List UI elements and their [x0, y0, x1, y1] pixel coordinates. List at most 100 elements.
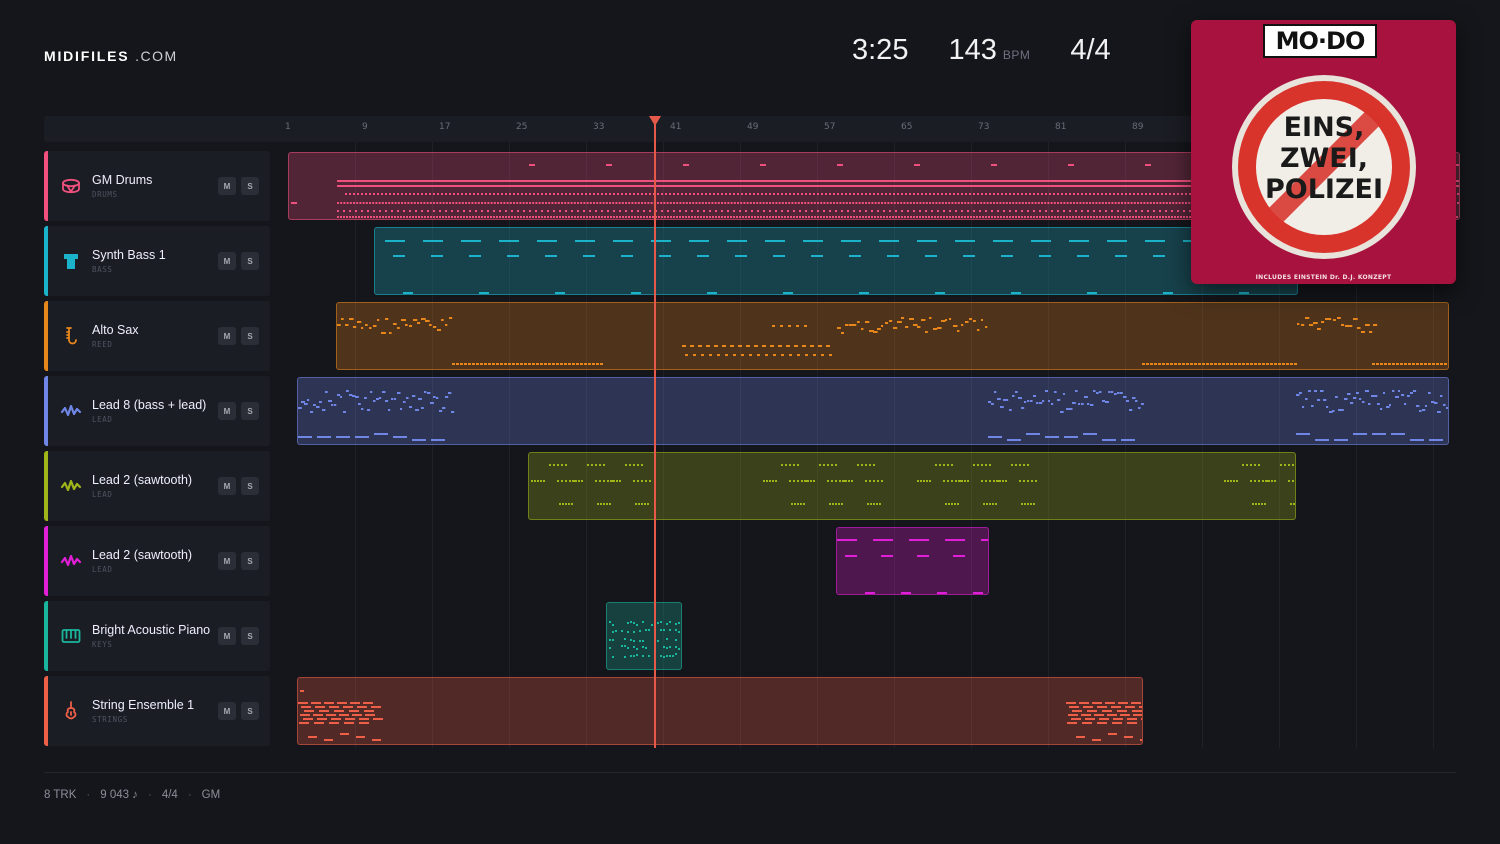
midi-clip[interactable] — [528, 452, 1296, 520]
midi-clip[interactable] — [297, 377, 1449, 445]
midi-clip[interactable] — [374, 227, 1298, 295]
midi-standard: GM — [201, 789, 221, 801]
track-header[interactable]: GM Drums DRUMS M S — [44, 151, 270, 221]
ruler-tick-label: 9 — [362, 122, 368, 132]
midi-clip[interactable] — [336, 302, 1449, 370]
solo-button[interactable]: S — [241, 702, 259, 720]
ruler-tick-label: 57 — [824, 122, 836, 132]
solo-button[interactable]: S — [241, 252, 259, 270]
ruler-tick-label: 65 — [901, 122, 913, 132]
track-color-bar — [44, 151, 48, 221]
cover-brand-text: MO·DO — [1275, 27, 1366, 55]
track-color-bar — [44, 451, 48, 521]
album-cover: MO·DO EINS, ZWEI, POLIZEI INCLUDES EINST… — [1191, 20, 1456, 284]
track-category: LEAD — [92, 565, 113, 574]
logo-wordmark: MIDIFILES — [44, 48, 130, 64]
track-header[interactable]: Alto Sax REED M S — [44, 301, 270, 371]
track-color-bar — [44, 601, 48, 671]
cover-line-2: ZWEI, — [1279, 143, 1369, 174]
meter-display: 4/4 — [1070, 34, 1110, 67]
note-count: 9 043 ♪ — [100, 789, 138, 801]
midi-clip[interactable] — [297, 677, 1143, 745]
time-display: 3:25 — [852, 34, 908, 67]
mute-button[interactable]: M — [218, 177, 236, 195]
track-category: LEAD — [92, 490, 113, 499]
mute-button[interactable]: M — [218, 402, 236, 420]
track-name: GM Drums — [92, 173, 153, 187]
site-logo[interactable]: MIDIFILES .COM — [44, 48, 178, 64]
solo-button[interactable]: S — [241, 627, 259, 645]
solo-button[interactable]: S — [241, 402, 259, 420]
wave-icon — [60, 400, 82, 422]
playhead[interactable] — [649, 116, 661, 748]
mute-button[interactable]: M — [218, 252, 236, 270]
status-bar: 8 TRK · 9 043 ♪ · 4/4 · GM — [44, 789, 220, 801]
cover-brand-logo: MO·DO — [1263, 24, 1377, 58]
separator-dot: · — [147, 789, 152, 801]
solo-button[interactable]: S — [241, 552, 259, 570]
track-name: String Ensemble 1 — [92, 698, 195, 712]
track-color-bar — [44, 526, 48, 596]
track-header[interactable]: String Ensemble 1 STRINGS M S — [44, 676, 270, 746]
mute-button[interactable]: M — [218, 627, 236, 645]
footer-divider — [44, 772, 1456, 773]
ruler-tick-label: 33 — [593, 122, 605, 132]
ruler-tick-label: 89 — [1132, 122, 1144, 132]
bass-icon — [60, 250, 82, 272]
track-name: Alto Sax — [92, 323, 139, 337]
track-name: Synth Bass 1 — [92, 248, 166, 262]
meter-value: 4/4 — [1070, 34, 1111, 66]
cover-title: EINS, ZWEI, POLIZEI — [1229, 112, 1419, 205]
piano-icon — [60, 625, 82, 647]
wave-icon — [60, 475, 82, 497]
solo-button[interactable]: S — [241, 477, 259, 495]
footer-meter: 4/4 — [161, 789, 178, 801]
track-color-bar — [44, 301, 48, 371]
bar-gridline — [355, 142, 356, 748]
track-count: 8 TRK — [44, 789, 77, 801]
midi-clip[interactable] — [836, 527, 989, 595]
cover-line-1: EINS, — [1283, 112, 1365, 143]
separator-dot: · — [187, 789, 192, 801]
ruler-tick-label: 49 — [747, 122, 759, 132]
solo-button[interactable]: S — [241, 177, 259, 195]
mute-button[interactable]: M — [218, 477, 236, 495]
track-category: LEAD — [92, 415, 113, 424]
cover-fine-print: INCLUDES EINSTEIN Dr. D.J. KONZEPT — [1255, 274, 1392, 281]
mute-button[interactable]: M — [218, 327, 236, 345]
track-name: Lead 2 (sawtooth) — [92, 548, 193, 562]
track-header[interactable]: Lead 2 (sawtooth) LEAD M S — [44, 526, 270, 596]
track-header[interactable]: Bright Acoustic Piano KEYS M S — [44, 601, 270, 671]
ruler-tick-label: 73 — [978, 122, 990, 132]
track-color-bar — [44, 676, 48, 746]
mute-button[interactable]: M — [218, 552, 236, 570]
track-category: BASS — [92, 265, 113, 274]
separator-dot: · — [86, 789, 91, 801]
tempo-value: 143 — [948, 34, 997, 66]
track-color-bar — [44, 376, 48, 446]
playhead-marker-icon[interactable] — [649, 116, 661, 126]
track-header[interactable]: Synth Bass 1 BASS M S — [44, 226, 270, 296]
ruler-tick-label: 17 — [439, 122, 451, 132]
midi-clip[interactable] — [606, 602, 682, 670]
track-category: KEYS — [92, 640, 113, 649]
ruler-tick-label: 41 — [670, 122, 682, 132]
track-category: STRINGS — [92, 715, 128, 724]
track-name: Lead 2 (sawtooth) — [92, 473, 193, 487]
sax-icon — [60, 325, 82, 347]
wave-icon — [60, 550, 82, 572]
cover-line-3: POLIZEI — [1264, 174, 1384, 205]
ruler-tick-label: 81 — [1055, 122, 1067, 132]
tempo-display: 143 BPM — [948, 34, 1030, 67]
track-header[interactable]: Lead 8 (bass + lead) LEAD M S — [44, 376, 270, 446]
tempo-unit: BPM — [1002, 48, 1031, 62]
transport-readout: 3:25 143 BPM 4/4 — [852, 34, 1111, 67]
track-category: REED — [92, 340, 113, 349]
drum-icon — [60, 175, 82, 197]
mute-button[interactable]: M — [218, 702, 236, 720]
track-category: DRUMS — [92, 190, 118, 199]
track-name: Lead 8 (bass + lead) — [92, 398, 207, 412]
solo-button[interactable]: S — [241, 327, 259, 345]
time-value: 3:25 — [852, 34, 909, 66]
track-header[interactable]: Lead 2 (sawtooth) LEAD M S — [44, 451, 270, 521]
